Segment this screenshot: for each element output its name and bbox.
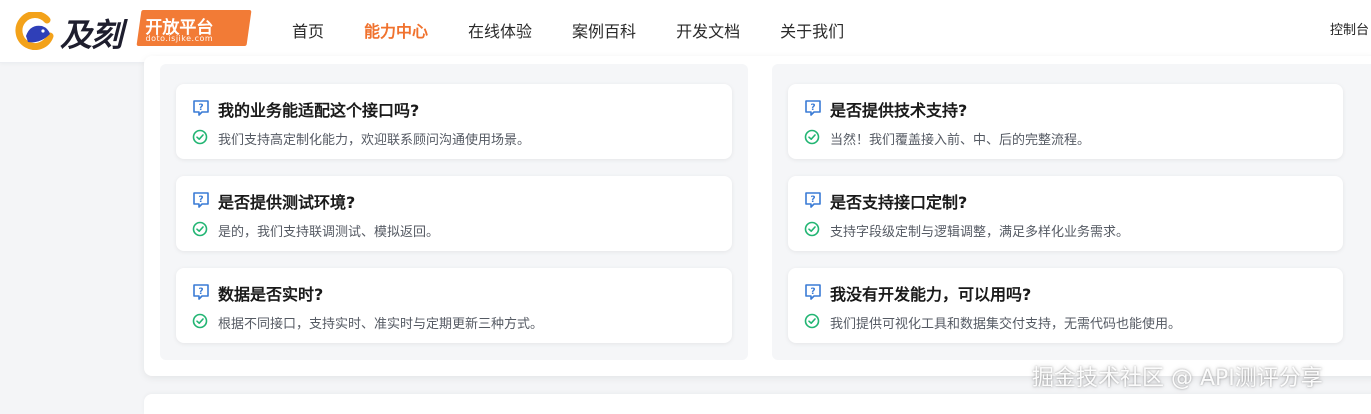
- nav-item-about-us[interactable]: 关于我们: [760, 0, 864, 62]
- faq-answer: 根据不同接口，支持实时、准实时与定期更新三种方式。: [218, 317, 544, 332]
- faq-item: ? 是否支持接口定制? 支持字段级定制与逻辑调整，满足多样化业务需求。: [788, 176, 1343, 251]
- logo-domain: doto.isjike.com: [145, 34, 214, 43]
- faq-question: 我没有开发能力，可以用吗?: [830, 285, 1032, 304]
- faq-item: ? 是否提供测试环境? 是的，我们支持联调测试、模拟返回。: [176, 176, 732, 251]
- faq-question: 我的业务能适配这个接口吗?: [218, 101, 420, 120]
- faq-answer: 我们提供可视化工具和数据集交付支持，无需代码也能使用。: [830, 317, 1182, 332]
- console-link[interactable]: 控制台: [1330, 0, 1369, 62]
- svg-text:?: ?: [198, 287, 203, 297]
- faq-answer: 我们支持高定制化能力，欢迎联系顾问沟通使用场景。: [218, 133, 531, 148]
- nav-item-case-library[interactable]: 案例百科: [552, 0, 656, 62]
- faq-answer: 当然！我们覆盖接入前、中、后的完整流程。: [830, 133, 1091, 148]
- svg-text:?: ?: [810, 287, 815, 297]
- faq-answer: 是的，我们支持联调测试、模拟返回。: [218, 225, 440, 240]
- faq-column-left: ? 我的业务能适配这个接口吗? 我们支持高定制化能力，欢迎联系顾问沟通使用场景。…: [160, 64, 748, 360]
- check-circle-icon: [804, 313, 820, 329]
- check-circle-icon: [804, 221, 820, 237]
- faq-item: ? 数据是否实时? 根据不同接口，支持实时、准实时与定期更新三种方式。: [176, 268, 732, 343]
- logo-bird-icon: [15, 12, 54, 50]
- question-bubble-icon: ?: [805, 100, 821, 116]
- nav-item-home[interactable]: 首页: [272, 0, 344, 62]
- question-bubble-icon: ?: [805, 192, 821, 208]
- faq-question: 数据是否实时?: [218, 285, 324, 304]
- check-circle-icon: [192, 129, 208, 145]
- faq-answer: 支持字段级定制与逻辑调整，满足多样化业务需求。: [830, 225, 1130, 240]
- question-bubble-icon: ?: [193, 284, 209, 300]
- svg-text:?: ?: [198, 195, 203, 205]
- nav-item-online-experience[interactable]: 在线体验: [448, 0, 552, 62]
- top-header: 及刻 开放平台 doto.isjike.com 首页 能力中心 在线体验 案例百…: [0, 0, 1371, 63]
- logo-wordmark: 及刻: [60, 16, 123, 54]
- faq-item: ? 我没有开发能力，可以用吗? 我们提供可视化工具和数据集交付支持，无需代码也能…: [788, 268, 1343, 343]
- question-bubble-icon: ?: [805, 284, 821, 300]
- faq-item: ? 是否提供技术支持? 当然！我们覆盖接入前、中、后的完整流程。: [788, 84, 1343, 159]
- svg-text:?: ?: [198, 103, 203, 113]
- question-bubble-icon: ?: [193, 192, 209, 208]
- check-circle-icon: [192, 313, 208, 329]
- faq-question: 是否提供技术支持?: [830, 101, 968, 120]
- question-bubble-icon: ?: [193, 100, 209, 116]
- main-nav: 首页 能力中心 在线体验 案例百科 开发文档 关于我们: [272, 0, 864, 62]
- logo-tag: 开放平台 doto.isjike.com: [136, 10, 252, 46]
- site-logo[interactable]: 及刻 开放平台 doto.isjike.com: [14, 8, 252, 54]
- nav-item-capability-center[interactable]: 能力中心: [344, 0, 448, 62]
- check-circle-icon: [804, 129, 820, 145]
- faq-question: 是否支持接口定制?: [830, 193, 968, 212]
- faq-question: 是否提供测试环境?: [218, 193, 356, 212]
- svg-text:?: ?: [810, 103, 815, 113]
- next-section-edge: [144, 394, 1371, 414]
- check-circle-icon: [192, 221, 208, 237]
- svg-text:?: ?: [810, 195, 815, 205]
- faq-item: ? 我的业务能适配这个接口吗? 我们支持高定制化能力，欢迎联系顾问沟通使用场景。: [176, 84, 732, 159]
- faq-column-right: ? 是否提供技术支持? 当然！我们覆盖接入前、中、后的完整流程。 ? 是否支持接…: [772, 64, 1371, 360]
- nav-item-dev-docs[interactable]: 开发文档: [656, 0, 760, 62]
- watermark: 掘金技术社区 @ API测评分享: [1032, 366, 1323, 391]
